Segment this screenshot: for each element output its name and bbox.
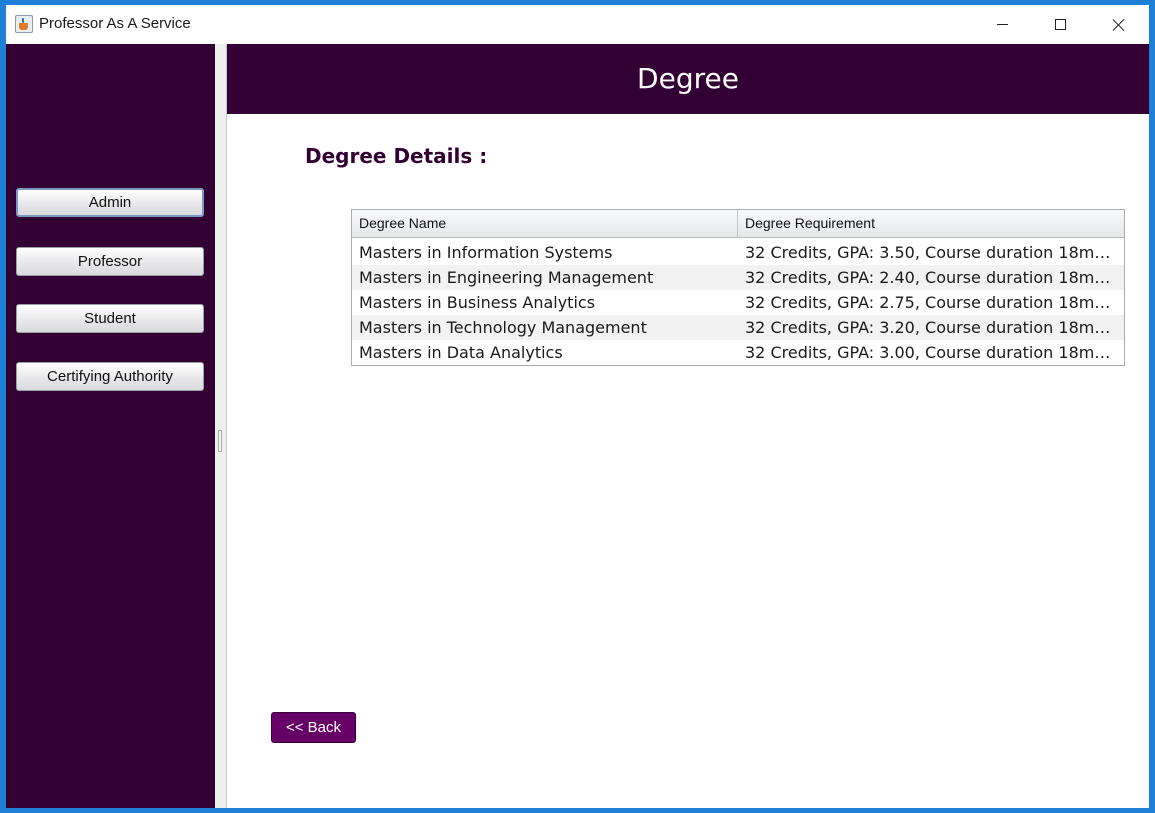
java-cup-icon — [15, 15, 33, 33]
table-cell[interactable]: Masters in Business Analytics — [352, 290, 738, 315]
app-window: Professor As A Service Admin Professor S… — [6, 5, 1149, 808]
table-cell[interactable]: 32 Credits, GPA: 2.75, Course duration 1… — [738, 290, 1124, 315]
section-title: Degree Details : — [305, 144, 488, 168]
table-row[interactable]: Masters in Technology Management 32 Cred… — [352, 315, 1124, 340]
table-row[interactable]: Masters in Data Analytics 32 Credits, GP… — [352, 340, 1124, 365]
main-panel: Degree Details : Degree Name Degree Requ… — [227, 114, 1149, 808]
sidebar: Admin Professor Student Certifying Autho… — [6, 44, 215, 808]
close-icon — [1112, 18, 1126, 32]
certifying-authority-button[interactable]: Certifying Authority — [16, 362, 204, 391]
column-header-degree-name[interactable]: Degree Name — [352, 210, 738, 237]
table-cell[interactable]: Masters in Information Systems — [352, 240, 738, 265]
table-row[interactable]: Masters in Engineering Management 32 Cre… — [352, 265, 1124, 290]
table-header: Degree Name Degree Requirement — [352, 210, 1124, 238]
table-cell[interactable]: Masters in Data Analytics — [352, 340, 738, 365]
split-pane-divider[interactable] — [215, 44, 227, 808]
table-row[interactable]: Masters in Business Analytics 32 Credits… — [352, 290, 1124, 315]
column-header-degree-requirement[interactable]: Degree Requirement — [738, 210, 1124, 237]
table-row[interactable]: Masters in Information Systems 32 Credit… — [352, 240, 1124, 265]
maximize-button[interactable] — [1031, 5, 1089, 44]
page-title: Degree — [637, 62, 739, 95]
title-bar: Professor As A Service — [6, 5, 1149, 44]
table-cell[interactable]: 32 Credits, GPA: 3.20, Course duration 1… — [738, 315, 1124, 340]
page-header: Degree — [227, 44, 1149, 114]
table-cell[interactable]: 32 Credits, GPA: 2.40, Course duration 1… — [738, 265, 1124, 290]
divider-grip-icon[interactable] — [218, 430, 222, 452]
table-cell[interactable]: 32 Credits, GPA: 3.50, Course duration 1… — [738, 240, 1124, 265]
professor-button[interactable]: Professor — [16, 247, 204, 276]
table-body: Masters in Information Systems 32 Credit… — [352, 238, 1124, 365]
back-button[interactable]: << Back — [271, 712, 356, 743]
student-button[interactable]: Student — [16, 304, 204, 333]
degree-table[interactable]: Degree Name Degree Requirement Masters i… — [351, 209, 1125, 366]
close-button[interactable] — [1090, 5, 1148, 44]
table-cell[interactable]: Masters in Technology Management — [352, 315, 738, 340]
window-title: Professor As A Service — [39, 15, 191, 32]
admin-button[interactable]: Admin — [16, 188, 204, 217]
minimize-icon — [996, 24, 1008, 25]
minimize-button[interactable] — [973, 5, 1031, 44]
table-cell[interactable]: Masters in Engineering Management — [352, 265, 738, 290]
maximize-icon — [1054, 19, 1066, 30]
table-cell[interactable]: 32 Credits, GPA: 3.00, Course duration 1… — [738, 340, 1124, 365]
